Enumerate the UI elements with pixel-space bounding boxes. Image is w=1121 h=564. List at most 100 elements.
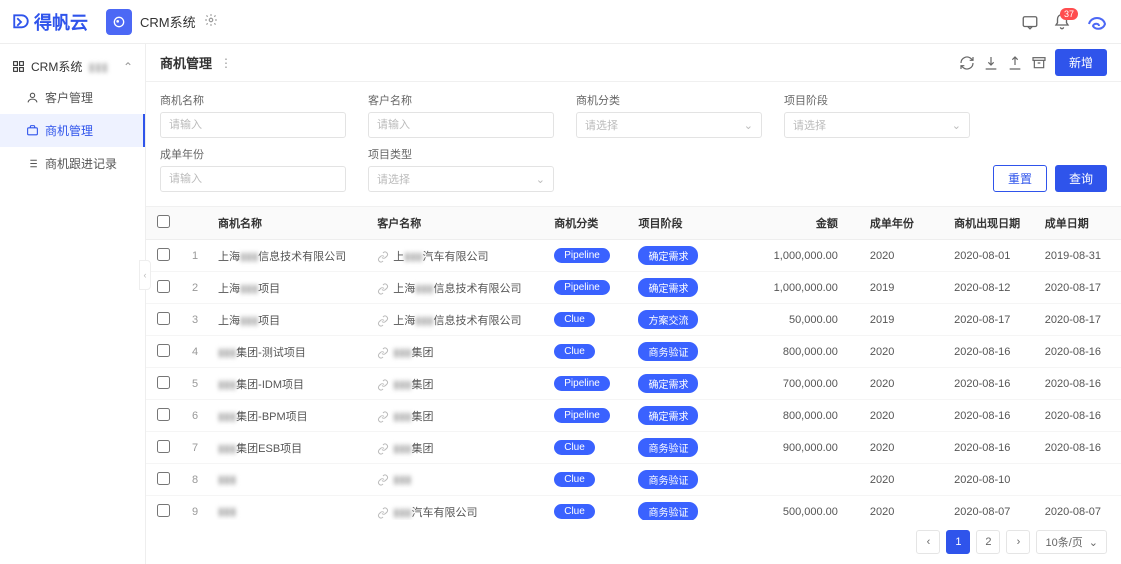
cell-category: Pipeline xyxy=(546,368,630,400)
gear-icon xyxy=(204,13,218,27)
row-checkbox[interactable] xyxy=(157,408,170,421)
more-button[interactable]: ⋮ xyxy=(220,56,232,70)
chat-button[interactable] xyxy=(1021,13,1039,31)
col-customer[interactable]: 客户名称 xyxy=(369,207,546,240)
filter-label: 成单年份 xyxy=(160,146,346,162)
row-checkbox[interactable] xyxy=(157,376,170,389)
page-1-button[interactable]: 1 xyxy=(946,530,970,554)
col-year[interactable]: 成单年份 xyxy=(862,207,946,240)
sidebar-head[interactable]: CRM系统 ▮▮▮ ⌃ xyxy=(0,52,145,81)
filter-input-customer[interactable] xyxy=(368,112,554,138)
col-deal-date[interactable]: 成单日期 xyxy=(1037,207,1121,240)
table-row[interactable]: 3上海▮▮▮项目上海▮▮▮信息技术有限公司Clue方案交流50,000.0020… xyxy=(146,304,1121,336)
cell-year: 2019 xyxy=(862,272,946,304)
cell-appear-date: 2020-08-17 xyxy=(946,304,1037,336)
cell-deal-date: 2020-08-16 xyxy=(1037,432,1121,464)
table-row[interactable]: 9▮▮▮▮▮▮汽车有限公司Clue商务验证500,000.0020202020-… xyxy=(146,496,1121,521)
avatar[interactable] xyxy=(1085,10,1109,34)
sidebar-head-label: CRM系统 xyxy=(31,58,82,75)
cell-customer: 上海▮▮▮信息技术有限公司 xyxy=(369,304,546,336)
row-checkbox[interactable] xyxy=(157,248,170,261)
sidebar-item-opportunity[interactable]: 商机管理 xyxy=(0,114,145,147)
table-row[interactable]: 5▮▮▮集团-IDM项目▮▮▮集团Pipeline确定需求700,000.002… xyxy=(146,368,1121,400)
cell-customer: 上海▮▮▮信息技术有限公司 xyxy=(369,272,546,304)
swirl-icon xyxy=(1085,10,1109,34)
col-stage[interactable]: 项目阶段 xyxy=(630,207,714,240)
col-appear-date[interactable]: 商机出现日期 xyxy=(946,207,1037,240)
filter-input-year[interactable] xyxy=(160,166,346,192)
col-category[interactable]: 商机分类 xyxy=(546,207,630,240)
cell-customer: 上▮▮▮汽车有限公司 xyxy=(369,240,546,272)
cell-year: 2020 xyxy=(862,368,946,400)
table-row[interactable]: 2上海▮▮▮项目上海▮▮▮信息技术有限公司Pipeline确定需求1,000,0… xyxy=(146,272,1121,304)
link-icon xyxy=(377,411,389,423)
cell-deal-date: 2020-08-16 xyxy=(1037,368,1121,400)
col-amount[interactable]: 金额 xyxy=(715,207,862,240)
select-all-checkbox[interactable] xyxy=(157,215,170,228)
chevron-up-icon: ⌃ xyxy=(123,60,133,74)
chevron-down-icon: ⌄ xyxy=(744,119,753,132)
filter-select-type[interactable]: 请选择⌄ xyxy=(368,166,554,192)
prev-page-button[interactable]: ‹ xyxy=(916,530,940,554)
cell-amount: 500,000.00 xyxy=(715,496,862,521)
row-checkbox[interactable] xyxy=(157,504,170,517)
grid-icon xyxy=(12,60,25,73)
row-checkbox[interactable] xyxy=(157,312,170,325)
cell-category: Pipeline xyxy=(546,240,630,272)
new-button[interactable]: 新增 xyxy=(1055,49,1107,76)
col-name[interactable]: 商机名称 xyxy=(210,207,369,240)
filter-select-category[interactable]: 请选择⌄ xyxy=(576,112,762,138)
archive-button[interactable] xyxy=(1031,55,1047,71)
cell-appear-date: 2020-08-12 xyxy=(946,272,1037,304)
reset-button[interactable]: 重置 xyxy=(993,165,1047,192)
row-checkbox[interactable] xyxy=(157,280,170,293)
row-checkbox[interactable] xyxy=(157,440,170,453)
logo[interactable]: 得帆云 xyxy=(12,9,88,35)
sidebar-item-followup[interactable]: 商机跟进记录 xyxy=(0,147,145,180)
table-row[interactable]: 8▮▮▮▮▮▮Clue商务验证20202020-08-10 xyxy=(146,464,1121,496)
sidebar-item-customer[interactable]: 客户管理 xyxy=(0,81,145,114)
cell-deal-date xyxy=(1037,464,1121,496)
filter-select-stage[interactable]: 请选择⌄ xyxy=(784,112,970,138)
cell-year: 2020 xyxy=(862,336,946,368)
cell-appear-date: 2020-08-16 xyxy=(946,368,1037,400)
sidebar: CRM系统 ▮▮▮ ⌃ 客户管理 商机管理 商机跟进记录 xyxy=(0,44,146,564)
cell-name: 上海▮▮▮项目 xyxy=(210,272,369,304)
app-icon[interactable] xyxy=(106,9,132,35)
table-row[interactable]: 4▮▮▮集团-测试项目▮▮▮集团Clue商务验证800,000.00202020… xyxy=(146,336,1121,368)
row-index: 6 xyxy=(180,400,210,432)
cell-stage: 确定需求 xyxy=(630,272,714,304)
briefcase-icon xyxy=(26,124,39,137)
next-page-button[interactable]: › xyxy=(1006,530,1030,554)
cell-customer: ▮▮▮集团 xyxy=(369,432,546,464)
query-button[interactable]: 查询 xyxy=(1055,165,1107,192)
sidebar-collapse[interactable]: ‹ xyxy=(139,260,151,290)
chevron-down-icon: ⌄ xyxy=(536,173,545,186)
link-icon xyxy=(377,347,389,359)
row-index: 7 xyxy=(180,432,210,464)
filter-label: 项目类型 xyxy=(368,146,554,162)
sidebar-item-label: 客户管理 xyxy=(45,89,93,106)
logo-icon xyxy=(12,13,30,31)
chat-icon xyxy=(1021,13,1039,31)
link-icon xyxy=(377,283,389,295)
cell-category: Clue xyxy=(546,464,630,496)
topbar: 得帆云 CRM系统 37 xyxy=(0,0,1121,44)
cell-name: ▮▮▮集团-BPM项目 xyxy=(210,400,369,432)
table-row[interactable]: 7▮▮▮集团ESB项目▮▮▮集团Clue商务验证900,000.00202020… xyxy=(146,432,1121,464)
page-size-select[interactable]: 10条/页⌄ xyxy=(1036,530,1107,554)
settings-button[interactable] xyxy=(204,13,218,30)
table-row[interactable]: 6▮▮▮集团-BPM项目▮▮▮集团Pipeline确定需求800,000.002… xyxy=(146,400,1121,432)
refresh-button[interactable] xyxy=(959,55,975,71)
notification-button[interactable]: 37 xyxy=(1053,13,1071,31)
page-2-button[interactable]: 2 xyxy=(976,530,1000,554)
row-checkbox[interactable] xyxy=(157,344,170,357)
export-button[interactable] xyxy=(1007,55,1023,71)
import-button[interactable] xyxy=(983,55,999,71)
cell-deal-date: 2020-08-17 xyxy=(1037,304,1121,336)
row-checkbox[interactable] xyxy=(157,472,170,485)
filter-input-name[interactable] xyxy=(160,112,346,138)
list-icon xyxy=(26,157,39,170)
table-row[interactable]: 1上海▮▮▮信息技术有限公司上▮▮▮汽车有限公司Pipeline确定需求1,00… xyxy=(146,240,1121,272)
cell-amount: 900,000.00 xyxy=(715,432,862,464)
